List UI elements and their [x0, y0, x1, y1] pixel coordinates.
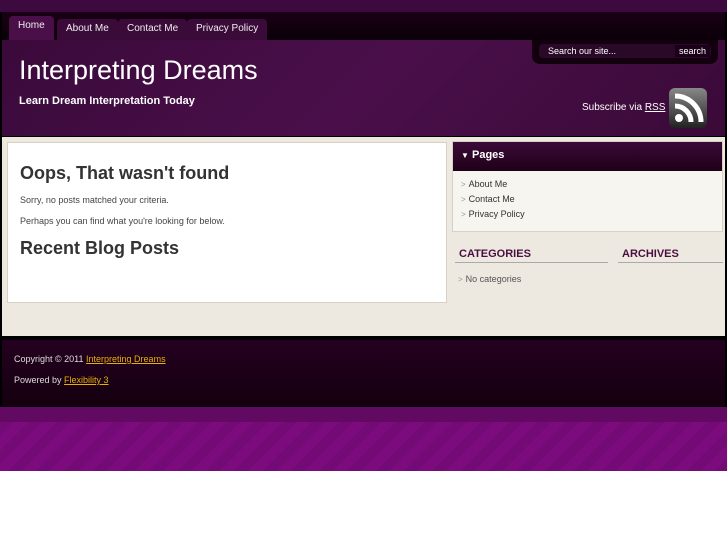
- bottom-pattern: [0, 422, 727, 471]
- subscribe-label: Subscribe via: [582, 102, 643, 113]
- site-tagline: Learn Dream Interpretation Today: [19, 95, 195, 107]
- search-form: Search our site... search: [532, 40, 718, 64]
- site-link[interactable]: Interpreting Dreams: [86, 354, 166, 364]
- tab-contact-me[interactable]: Contact Me: [118, 19, 188, 40]
- not-found-hint: Perhaps you can find what you're looking…: [20, 216, 225, 226]
- chevron-right-icon: >: [461, 210, 466, 219]
- page-link-about-me[interactable]: About Me: [469, 179, 508, 189]
- chevron-right-icon: >: [461, 195, 466, 204]
- list-item: > About Me: [461, 179, 714, 194]
- pages-title: Pages: [471, 149, 505, 161]
- top-band: [0, 0, 727, 12]
- powered-text: Powered by: [14, 375, 62, 385]
- copyright-text: Copyright © 2011: [14, 354, 84, 364]
- tab-privacy-policy[interactable]: Privacy Policy: [187, 19, 268, 40]
- page-link-privacy-policy[interactable]: Privacy Policy: [469, 209, 525, 219]
- rss-link[interactable]: RSS: [645, 102, 666, 113]
- archives-heading: ARCHIVES: [618, 248, 723, 263]
- site-title[interactable]: Interpreting Dreams: [19, 55, 258, 86]
- subscribe-text: Subscribe via RSS: [582, 102, 665, 113]
- page-link-contact-me[interactable]: Contact Me: [469, 194, 515, 204]
- powered-line: Powered by Flexibility 3: [14, 375, 109, 385]
- no-categories-text: No categories: [465, 274, 522, 284]
- main-content: Oops, That wasn't found Sorry, no posts …: [7, 142, 447, 303]
- footer: Copyright © 2011 Interpreting Dreams Pow…: [0, 338, 727, 408]
- not-found-message: Sorry, no posts matched your criteria.: [20, 195, 169, 205]
- recent-posts-heading: Recent Blog Posts: [20, 238, 180, 258]
- bottom-band: [0, 407, 727, 422]
- rss-icon[interactable]: [669, 88, 707, 128]
- list-item: > Contact Me: [461, 194, 714, 209]
- not-found-heading: Oops, That wasn't found: [20, 163, 230, 183]
- list-item: > Privacy Policy: [461, 209, 714, 224]
- content-area: Oops, That wasn't found Sorry, no posts …: [0, 136, 727, 338]
- pages-widget: ▼ Pages > About Me > Contact Me > Privacy P…: [452, 141, 723, 232]
- nav-bar: Home About Me Contact Me Privacy Policy: [0, 12, 727, 40]
- tab-about-me[interactable]: About Me: [57, 19, 118, 40]
- theme-link[interactable]: Flexibility 3: [64, 375, 109, 385]
- triangle-down-icon: ▼: [461, 151, 469, 160]
- pages-widget-header[interactable]: ▼ Pages: [453, 142, 722, 171]
- no-categories: > No categories: [458, 274, 521, 284]
- chevron-right-icon: >: [458, 275, 463, 284]
- chevron-right-icon: >: [461, 180, 466, 189]
- header: Interpreting Dreams Learn Dream Interpre…: [0, 40, 727, 136]
- categories-heading: CATEGORIES: [455, 248, 608, 263]
- search-button[interactable]: search: [674, 45, 710, 57]
- copyright-line: Copyright © 2011 Interpreting Dreams: [14, 354, 166, 364]
- tab-home[interactable]: Home: [9, 16, 54, 40]
